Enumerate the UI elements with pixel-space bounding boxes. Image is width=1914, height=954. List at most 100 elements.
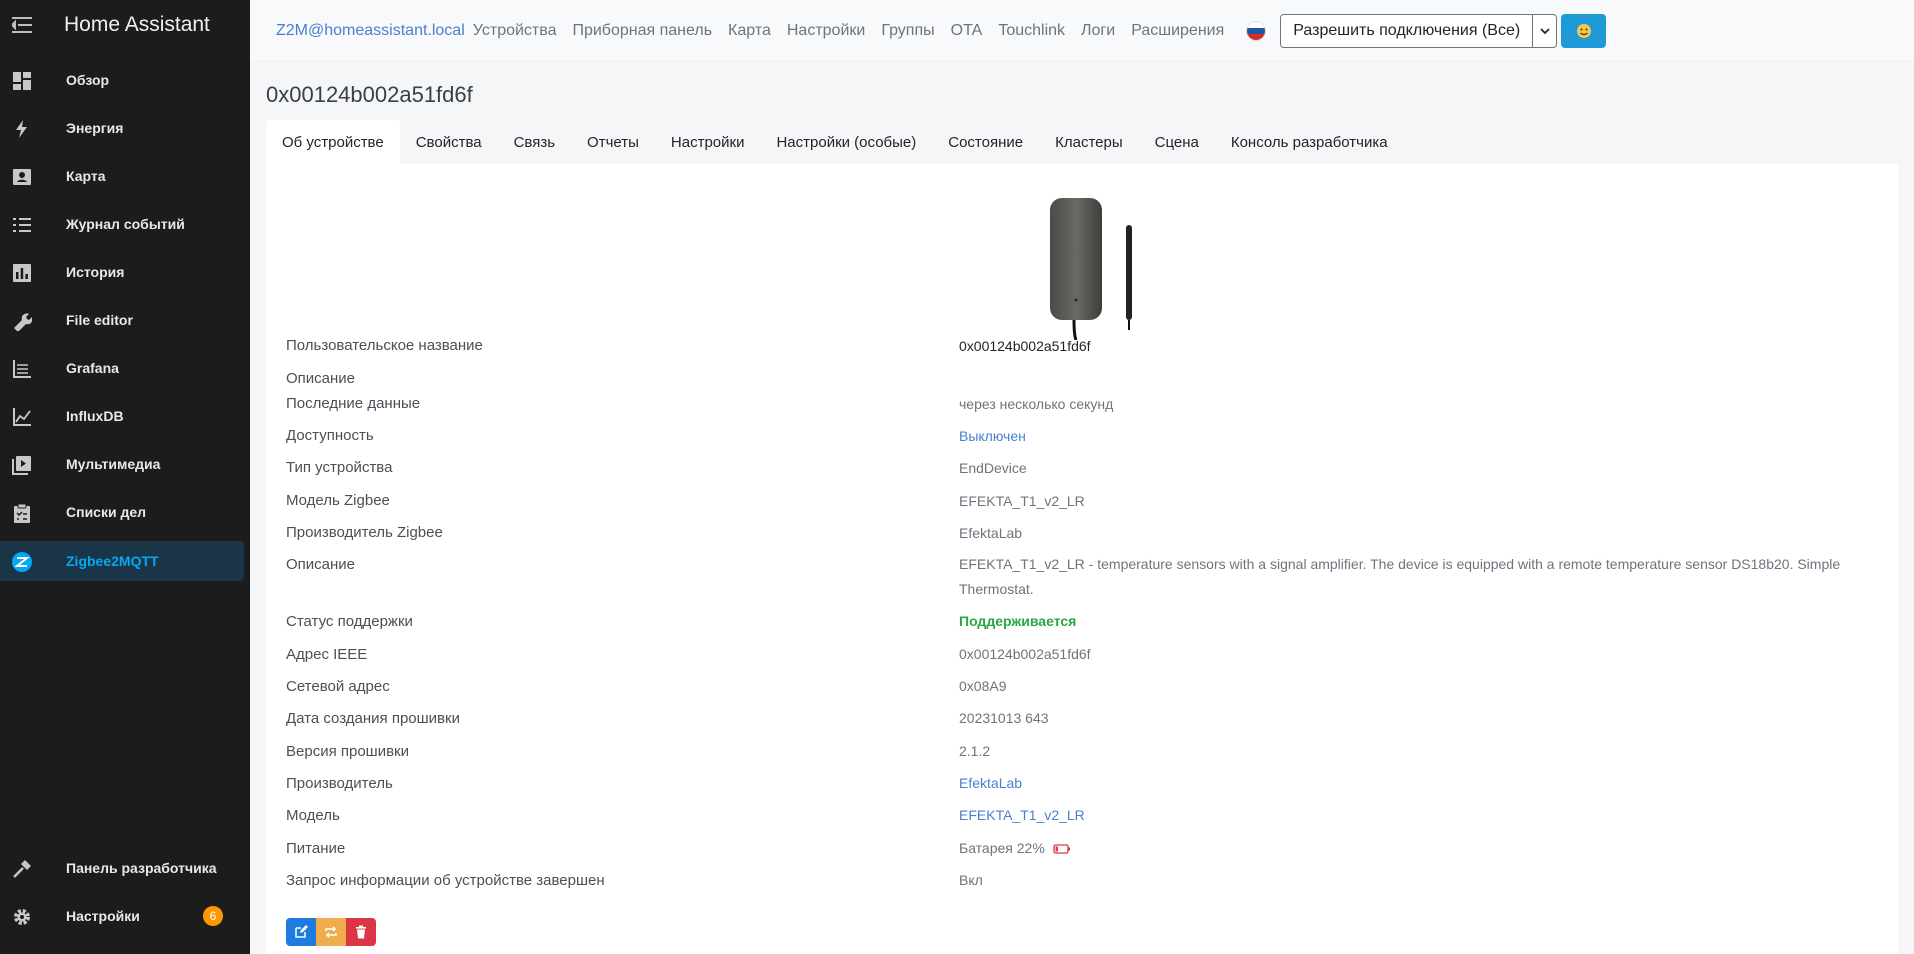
sidebar-item-label: Настройки <box>66 908 140 924</box>
value-firmware-date: 20231013 643 <box>959 710 1049 726</box>
tab-state[interactable]: Состояние <box>932 120 1039 164</box>
sidebar-item-grafana[interactable]: Grafana <box>0 348 244 388</box>
nav-extensions[interactable]: Расширения <box>1131 22 1224 40</box>
label-model: Модель <box>286 807 340 824</box>
smiley-icon <box>1576 23 1591 38</box>
label-manufacturer: Производитель <box>286 775 393 792</box>
z2m-brand-link[interactable]: Z2M@homeassistant.local <box>276 22 465 40</box>
value-support-status: Поддерживается <box>959 613 1077 629</box>
sidebar-header: Home Assistant <box>0 0 250 50</box>
nav-touchlink[interactable]: Touchlink <box>998 22 1065 40</box>
tab-reporting[interactable]: Отчеты <box>571 120 655 164</box>
reconfigure-button[interactable] <box>316 918 346 946</box>
rename-button[interactable] <box>286 918 316 946</box>
lightning-icon <box>11 118 33 140</box>
label-friendly-name: Пользовательское название <box>286 337 483 354</box>
value-interview-completed: Вкл <box>959 872 983 888</box>
sidebar-item-label: Мультимедиа <box>66 456 161 472</box>
map-person-icon <box>11 166 33 188</box>
zigbee-icon <box>11 551 33 573</box>
permit-join-dropdown[interactable] <box>1533 13 1558 48</box>
value-description: EFEKTA_T1_v2_LR - temperature sensors wi… <box>959 556 1841 597</box>
sidebar-item-todo[interactable]: Списки дел <box>0 492 244 532</box>
permit-join-group: Разрешить подключения (Все) <box>1280 13 1558 48</box>
label-description-custom: Описание <box>286 370 356 387</box>
label-description: Описание <box>286 556 356 573</box>
remove-button[interactable] <box>346 918 376 946</box>
sidebar-item-label: InfluxDB <box>66 408 124 424</box>
label-device-type: Тип устройства <box>286 459 393 476</box>
value-model[interactable]: EFEKTA_T1_v2_LR <box>959 803 1085 828</box>
sidebar-item-media[interactable]: Мультимедиа <box>0 444 244 484</box>
chart-bar-icon <box>11 262 33 284</box>
battery-low-icon <box>1053 844 1070 854</box>
sidebar-item-energy[interactable]: Энергия <box>0 108 244 148</box>
device-image <box>1050 198 1132 340</box>
nav-ota[interactable]: OTA <box>951 22 983 40</box>
nav-groups[interactable]: Группы <box>881 22 934 40</box>
sidebar-item-file-editor[interactable]: File editor <box>0 300 244 340</box>
label-last-seen: Последние данные <box>286 395 421 412</box>
value-manufacturer[interactable]: EfektaLab <box>959 771 1022 796</box>
clipboard-icon <box>11 502 33 524</box>
label-availability: Доступность <box>286 427 374 444</box>
value-zigbee-manufacturer: EfektaLab <box>959 525 1023 541</box>
app-title: Home Assistant <box>64 13 210 36</box>
nav-settings[interactable]: Настройки <box>787 22 865 40</box>
tab-settings-specific[interactable]: Настройки (особые) <box>760 120 932 164</box>
value-device-type: EndDevice <box>959 460 1027 476</box>
nav-devices[interactable]: Устройства <box>473 22 557 40</box>
sidebar-item-label: Карта <box>66 168 106 184</box>
label-support-status: Статус поддержки <box>286 613 413 630</box>
device-tabs: Об устройстве Свойства Связь Отчеты Наст… <box>266 120 1404 164</box>
language-flag-icon[interactable] <box>1246 20 1267 41</box>
label-power: Питание <box>286 840 346 857</box>
sidebar-item-label: Обзор <box>66 72 110 88</box>
nav-map[interactable]: Карта <box>728 22 771 40</box>
value-firmware-version: 2.1.2 <box>959 743 991 759</box>
sidebar-item-influxdb[interactable]: InfluxDB <box>0 396 244 436</box>
chevron-down-icon <box>1540 27 1550 34</box>
sidebar-item-developer-tools[interactable]: Панель разработчика <box>0 848 244 888</box>
tab-bind[interactable]: Связь <box>498 120 571 164</box>
sidebar-item-history[interactable]: История <box>0 252 244 292</box>
tab-dev-console[interactable]: Консоль разработчика <box>1215 120 1404 164</box>
sidebar-item-zigbee2mqtt[interactable]: Zigbee2MQTT <box>0 541 244 581</box>
value-ieee-address: 0x00124b002a51fd6f <box>959 646 1091 662</box>
edit-icon <box>295 925 308 938</box>
value-network-address: 0x08A9 <box>959 678 1007 694</box>
value-friendly-name: 0x00124b002a51fd6f <box>959 338 1091 354</box>
sidebar-item-label: История <box>66 264 125 280</box>
list-icon <box>11 214 33 236</box>
tab-scene[interactable]: Сцена <box>1139 120 1215 164</box>
menu-collapse-icon[interactable] <box>10 13 34 37</box>
top-navbar: Z2M@homeassistant.local Устройства Прибо… <box>250 0 1914 62</box>
chart-area-icon <box>11 406 33 428</box>
wrench-icon <box>11 310 33 332</box>
hammer-icon <box>11 858 33 880</box>
tab-about[interactable]: Об устройстве <box>266 120 400 164</box>
gear-icon <box>11 906 33 928</box>
tab-settings[interactable]: Настройки <box>655 120 761 164</box>
label-zigbee-manufacturer: Производитель Zigbee <box>286 524 443 541</box>
sidebar-item-overview[interactable]: Обзор <box>0 60 244 100</box>
play-box-icon <box>11 454 33 476</box>
label-network-address: Сетевой адрес <box>286 678 390 695</box>
theme-toggle-button[interactable] <box>1561 13 1607 48</box>
tab-exposes[interactable]: Свойства <box>400 120 498 164</box>
refresh-icon <box>325 926 337 938</box>
label-ieee-address: Адрес IEEE <box>286 646 368 663</box>
notification-badge: 6 <box>203 906 223 926</box>
nav-logs[interactable]: Логи <box>1081 22 1115 40</box>
sidebar-item-settings[interactable]: Настройки 6 <box>0 896 244 936</box>
tab-clusters[interactable]: Кластеры <box>1039 120 1139 164</box>
permit-join-button[interactable]: Разрешить подключения (Все) <box>1280 13 1534 48</box>
sidebar-item-logbook[interactable]: Журнал событий <box>0 204 244 244</box>
value-availability[interactable]: Выключен <box>959 424 1026 449</box>
label-zigbee-model: Модель Zigbee <box>286 492 390 509</box>
device-actions <box>286 918 376 946</box>
sidebar-item-label: Zigbee2MQTT <box>66 553 159 569</box>
nav-dashboard[interactable]: Приборная панель <box>572 22 712 40</box>
label-interview-completed: Запрос информации об устройстве завершен <box>286 872 605 889</box>
sidebar-item-map[interactable]: Карта <box>0 156 244 196</box>
